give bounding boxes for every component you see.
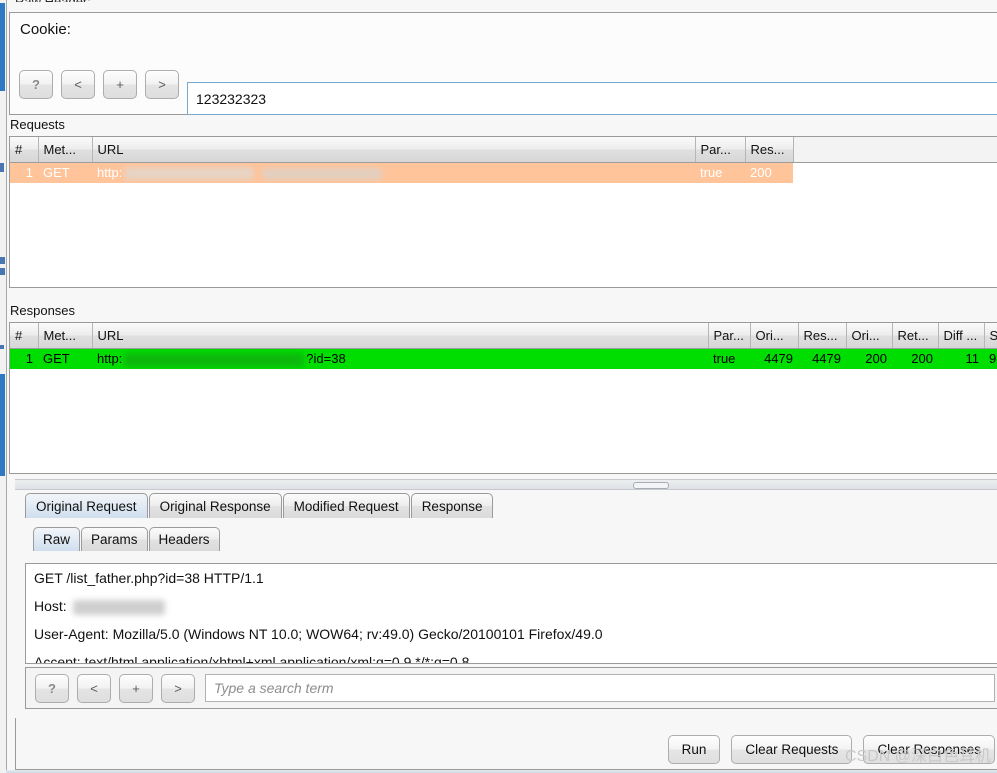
requests-col-url[interactable]: URL bbox=[92, 137, 696, 163]
response-orig-length: 4479 bbox=[750, 348, 798, 369]
responses-col-orig-status[interactable]: Ori... bbox=[846, 323, 893, 349]
search-toolbar: ? < + > bbox=[25, 667, 997, 709]
requests-col-index[interactable]: # bbox=[10, 137, 39, 163]
request-method: GET bbox=[38, 162, 92, 183]
responses-col-returned-status[interactable]: Ret... bbox=[892, 323, 939, 349]
responses-col-url[interactable]: URL bbox=[92, 323, 709, 349]
response-returned-status: 200 bbox=[892, 348, 938, 369]
request-url: http: bbox=[92, 162, 695, 183]
request-index: 1 bbox=[10, 162, 38, 183]
clear-responses-button[interactable]: Clear Responses bbox=[863, 735, 995, 764]
requests-col-filler bbox=[793, 137, 997, 163]
tab-original-response[interactable]: Original Response bbox=[148, 493, 282, 518]
responses-col-response-length[interactable]: Res... bbox=[798, 323, 847, 349]
raw-line-accept: Accept: text/html,application/xhtml+xml,… bbox=[34, 654, 470, 664]
search-input[interactable] bbox=[205, 674, 995, 702]
detail-subtab-row: Raw Params Headers bbox=[15, 525, 997, 551]
raw-line-host: Host: bbox=[26, 592, 997, 620]
raw-host-redacted bbox=[72, 599, 165, 615]
response-method: GET bbox=[38, 348, 92, 369]
response-length: 4479 bbox=[798, 348, 846, 369]
left-edge-accent-bar bbox=[0, 3, 5, 91]
table-row[interactable]: 1 GET http: true 200 bbox=[10, 162, 997, 183]
detail-tab-panel: Original Request Original Response Modif… bbox=[15, 492, 997, 715]
requests-col-response[interactable]: Res... bbox=[745, 137, 794, 163]
requests-header-row: # Met... URL Par... Res... bbox=[10, 137, 997, 163]
responses-col-status[interactable]: S bbox=[984, 323, 997, 349]
search-help-button[interactable]: ? bbox=[35, 673, 69, 703]
prev-button[interactable]: < bbox=[61, 70, 95, 99]
responses-col-index[interactable]: # bbox=[10, 323, 39, 349]
response-orig-status: 200 bbox=[846, 348, 892, 369]
requests-col-params[interactable]: Par... bbox=[695, 137, 746, 163]
responses-table: # Met... URL Par... Ori... Res... Ori...… bbox=[10, 323, 997, 369]
responses-caption: Responses bbox=[10, 303, 76, 318]
cookie-label: Cookie: bbox=[20, 21, 71, 38]
requests-table: # Met... URL Par... Res... 1 GET http: t… bbox=[10, 137, 997, 183]
search-next-button[interactable]: > bbox=[161, 673, 195, 703]
raw-host-label: Host: bbox=[34, 598, 67, 614]
clear-requests-button[interactable]: Clear Requests bbox=[731, 735, 853, 764]
requests-table-panel: # Met... URL Par... Res... 1 GET http: t… bbox=[9, 136, 997, 288]
request-url-redacted-2 bbox=[262, 167, 383, 180]
responses-col-orig-length[interactable]: Ori... bbox=[750, 323, 799, 349]
raw-line-useragent: User-Agent: Mozilla/5.0 (Windows NT 10.0… bbox=[34, 626, 603, 642]
cookie-toolbar: ? < + > bbox=[19, 70, 179, 99]
response-url-prefix: http: bbox=[97, 350, 123, 366]
next-button[interactable]: > bbox=[145, 70, 179, 99]
main-window: Raw Header: Cookie: ? < + > Requests # bbox=[6, 0, 997, 773]
splitter-grip[interactable] bbox=[633, 482, 669, 489]
response-url: http: ?id=38 bbox=[92, 348, 708, 369]
response-diff: 11 bbox=[938, 348, 984, 369]
left-edge-accent-bar-2 bbox=[0, 374, 5, 476]
panel-splitter[interactable] bbox=[15, 479, 997, 490]
responses-table-panel: # Met... URL Par... Ori... Res... Ori...… bbox=[9, 322, 997, 474]
run-button[interactable]: Run bbox=[667, 735, 721, 764]
responses-col-diff[interactable]: Diff ... bbox=[938, 323, 985, 349]
raw-line-request: GET /list_father.php?id=38 HTTP/1.1 bbox=[34, 570, 264, 586]
left-edge-fleck-3 bbox=[0, 268, 5, 275]
help-button[interactable]: ? bbox=[19, 70, 53, 99]
request-params: true bbox=[695, 162, 745, 183]
search-prev-button[interactable]: < bbox=[77, 673, 111, 703]
cookie-panel: Cookie: ? < + > bbox=[9, 12, 997, 115]
tab-original-request[interactable]: Original Request bbox=[25, 493, 148, 518]
search-add-button[interactable]: + bbox=[119, 673, 153, 703]
left-edge-fleck-4 bbox=[0, 345, 4, 349]
request-url-prefix: http: bbox=[97, 165, 123, 181]
action-bar: Run Clear Requests Clear Responses bbox=[15, 718, 997, 770]
response-url-redacted bbox=[124, 352, 305, 367]
subtab-params[interactable]: Params bbox=[81, 527, 148, 551]
raw-header-label: Raw Header: bbox=[15, 0, 91, 2]
subtab-headers[interactable]: Headers bbox=[148, 527, 220, 551]
request-url-redacted bbox=[124, 167, 255, 181]
response-status: 9 bbox=[984, 348, 997, 369]
request-filler bbox=[793, 162, 997, 183]
tab-response[interactable]: Response bbox=[410, 493, 494, 518]
responses-col-method[interactable]: Met... bbox=[38, 323, 93, 349]
raw-request-viewer[interactable]: GET /list_father.php?id=38 HTTP/1.1 Host… bbox=[25, 563, 997, 664]
responses-header-row: # Met... URL Par... Ori... Res... Ori...… bbox=[10, 323, 997, 349]
subtab-raw[interactable]: Raw bbox=[33, 527, 81, 551]
requests-caption: Requests bbox=[10, 117, 65, 132]
left-edge-fleck-2 bbox=[0, 257, 5, 264]
application-window: Raw Header: Cookie: ? < + > Requests # bbox=[0, 0, 997, 773]
response-index: 1 bbox=[10, 348, 38, 369]
detail-tab-row: Original Request Original Response Modif… bbox=[15, 492, 997, 518]
table-row[interactable]: 1 GET http: ?id=38 true 4479 4479 200 200… bbox=[10, 348, 997, 369]
tab-modified-request[interactable]: Modified Request bbox=[282, 493, 410, 518]
left-edge-fleck-1 bbox=[0, 163, 4, 172]
response-params: true bbox=[708, 348, 750, 369]
action-buttons: Run Clear Requests Clear Responses bbox=[667, 735, 995, 764]
responses-col-params[interactable]: Par... bbox=[708, 323, 751, 349]
response-url-suffix: ?id=38 bbox=[306, 350, 346, 366]
request-response: 200 bbox=[745, 162, 793, 183]
requests-col-method[interactable]: Met... bbox=[38, 137, 93, 163]
cookie-value-input[interactable] bbox=[187, 82, 997, 115]
add-button[interactable]: + bbox=[103, 70, 137, 99]
